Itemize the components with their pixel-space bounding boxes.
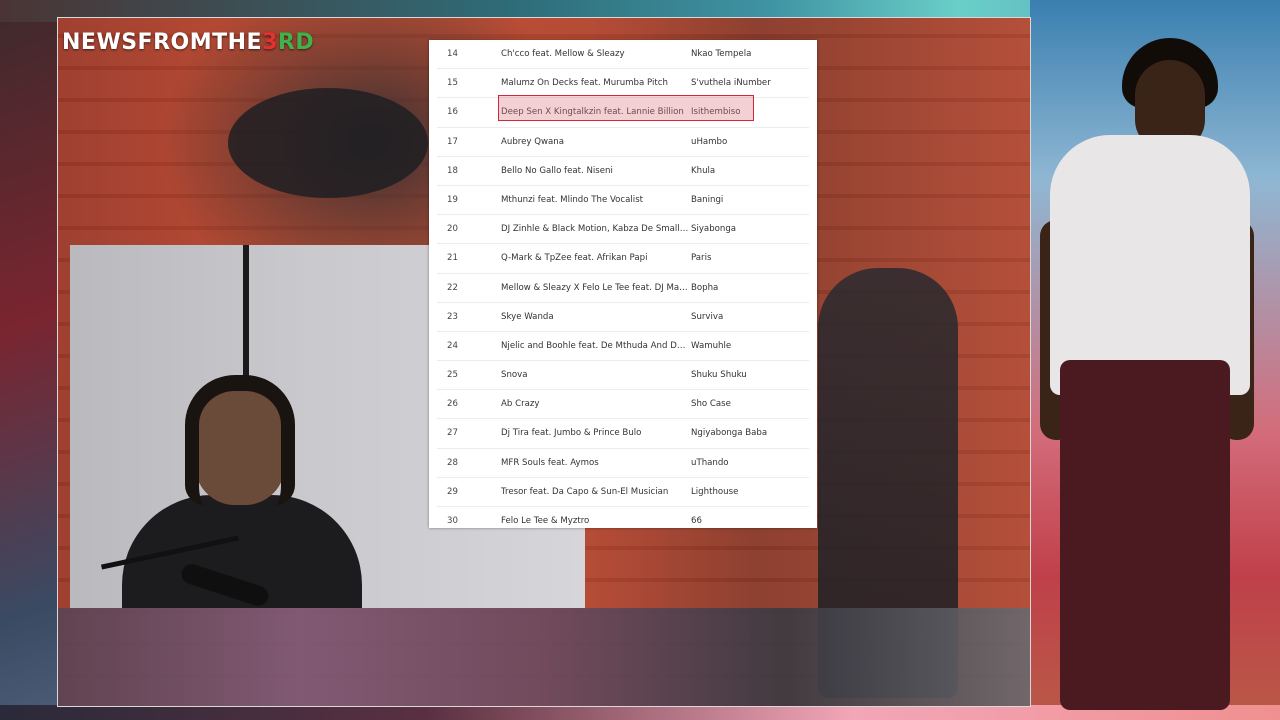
table-row: 15 Malumz On Decks feat. Murumba Pitch S'v… [437, 69, 809, 99]
chart-table-screenshot: 14 Ch'cco feat. Mellow & Sleazy Nkao Tempe… [429, 40, 817, 528]
row-rank: 25 [447, 370, 458, 381]
row-song: Paris [691, 253, 712, 264]
row-artist: Q-Mark & TpZee feat. Afrikan Papi [501, 253, 648, 264]
table-row: 29 Tresor feat. Da Capo & Sun-El Musician… [437, 478, 809, 507]
row-song: Wamuhle [691, 340, 732, 351]
table-row: 23 Skye Wanda Surviva [437, 303, 809, 332]
row-artist: Deep Sen X Kingtalkzin feat. Lannie Bill… [501, 107, 684, 118]
row-song: Sho Case [691, 399, 731, 410]
row-artist: Skye Wanda [501, 311, 554, 322]
table-row: 25 Snova Shuku Shuku [437, 361, 809, 391]
row-artist: Tresor feat. Da Capo & Sun-El Musician [501, 486, 669, 497]
table-row: 21 Q-Mark & TpZee feat. Afrikan Papi Paris [437, 244, 809, 274]
row-rank: 28 [447, 457, 458, 468]
row-artist: Aubrey Qwana [501, 136, 565, 147]
chart-table-rows: 14 Ch'cco feat. Mellow & Sleazy Nkao Tempe… [429, 40, 817, 528]
row-artist: Felo Le Tee & Myztro [501, 516, 590, 526]
artist-shirt [1050, 135, 1250, 395]
row-artist: Ab Crazy [501, 399, 540, 410]
row-song: 66 [691, 516, 702, 526]
row-song: uThando [691, 457, 729, 468]
table-row: 17 Aubrey Qwana uHambo [437, 128, 809, 157]
row-rank: 16 [447, 107, 458, 118]
row-rank: 20 [447, 224, 458, 235]
row-song: Shuku Shuku [691, 370, 747, 381]
table-row: 19 Mthunzi feat. Mlindo The Vocalist Banin… [437, 186, 809, 216]
row-song: Isithembiso [691, 107, 741, 118]
table-row: 24 Njelic and Boohle feat. De Mthuda And … [437, 332, 809, 362]
row-song: Lighthouse [691, 486, 739, 497]
row-artist: Bello No Gallo feat. Niseni [501, 165, 613, 176]
logo-text: NEWSFROMTHE [62, 30, 263, 55]
row-rank: 19 [447, 194, 458, 205]
row-song: Surviva [691, 311, 724, 322]
row-artist: Snova [501, 370, 528, 381]
right-side-artist-image [1040, 20, 1280, 720]
row-song: uHambo [691, 136, 728, 147]
row-rank: 17 [447, 136, 458, 147]
row-song: Siyabonga [691, 224, 737, 235]
artist-pants [1060, 360, 1230, 710]
row-song: Bopha [691, 282, 719, 293]
table-row: 26 Ab Crazy Sho Case [437, 390, 809, 420]
row-rank: 26 [447, 399, 458, 410]
table-row: 14 Ch'cco feat. Mellow & Sleazy Nkao Tempe… [437, 40, 809, 70]
row-rank: 29 [447, 486, 458, 497]
table-row: 20 DJ Zinhle & Black Motion, Kabza De Sma… [437, 215, 809, 245]
host-hair [185, 375, 295, 505]
row-song: S'vuthela iNumber [691, 78, 771, 89]
row-rank: 21 [447, 253, 458, 264]
row-artist: Mthunzi feat. Mlindo The Vocalist [501, 194, 644, 205]
row-artist: Njelic and Boohle feat. De Mthuda And Da… [501, 340, 689, 351]
blurred-background-figure [228, 88, 428, 198]
table-row: 28 MFR Souls feat. Aymos uThando [437, 449, 809, 478]
table-row: 18 Bello No Gallo feat. Niseni Khula [437, 157, 809, 186]
row-rank: 30 [447, 516, 458, 526]
row-rank: 27 [447, 428, 458, 439]
row-artist: Ch'cco feat. Mellow & Sleazy [501, 49, 625, 59]
row-song: Khula [691, 165, 716, 176]
blurred-floor [58, 608, 1030, 706]
row-rank: 18 [447, 165, 458, 176]
row-artist: Mellow & Sleazy X Felo Le Tee feat. DJ M… [501, 282, 689, 293]
row-rank: 22 [447, 282, 458, 293]
row-rank: 23 [447, 311, 458, 322]
row-song: Nkao Tempela [691, 49, 752, 59]
row-song: Baningi [691, 194, 724, 205]
table-row: 30 Felo Le Tee & Myztro 66 [437, 507, 809, 528]
table-row: 22 Mellow & Sleazy X Felo Le Tee feat. DJ… [437, 274, 809, 303]
row-artist: Malumz On Decks feat. Murumba Pitch [501, 78, 668, 89]
row-rank: 15 [447, 78, 458, 89]
row-artist: Dj Tira feat. Jumbo & Prince Bulo [501, 428, 642, 439]
row-artist: MFR Souls feat. Aymos [501, 457, 599, 468]
row-artist: DJ Zinhle & Black Motion, Kabza De Small… [501, 224, 689, 235]
logo-accent-number: 3 [262, 30, 278, 55]
row-rank: 24 [447, 340, 458, 351]
logo-accent-suffix: RD [277, 30, 315, 55]
table-row: 16 Deep Sen X Kingtalkzin feat. Lannie Bi… [437, 98, 809, 128]
row-song: Ngiyabonga Baba [691, 428, 768, 439]
table-row: 27 Dj Tira feat. Jumbo & Prince Bulo Ngiya… [437, 419, 809, 449]
channel-logo: NEWSFROMTHE3RD [62, 30, 314, 55]
row-rank: 14 [447, 49, 458, 59]
